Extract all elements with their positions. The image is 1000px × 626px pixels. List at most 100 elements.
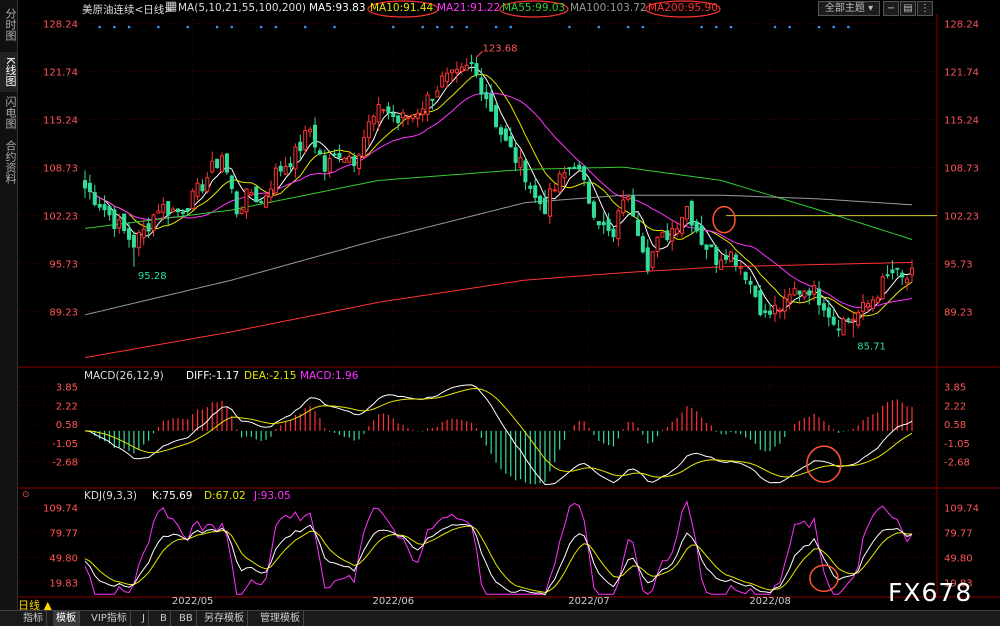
kdj-params: KDJ(9,3,3) bbox=[84, 490, 137, 502]
ma55-value: MA55:99.03 bbox=[502, 2, 566, 14]
macd-dea-line bbox=[84, 387, 913, 478]
ma5-value: MA5:93.83 bbox=[309, 2, 366, 14]
legend-square-icon[interactable]: ▦ bbox=[165, 0, 177, 14]
event-marker-dot bbox=[303, 25, 307, 29]
event-marker-dot bbox=[568, 25, 571, 29]
kdj-k-value: K:75.69 bbox=[152, 490, 193, 502]
event-marker-dot bbox=[597, 25, 601, 29]
bottom-tab-vip-indicator[interactable]: VIP指标 bbox=[88, 611, 131, 626]
event-marker-dot bbox=[230, 25, 234, 29]
price-tick-label-left: 121.74 bbox=[43, 68, 78, 79]
candle-body bbox=[587, 181, 592, 204]
candle-body bbox=[821, 303, 826, 311]
price-tick-label-left: 128.24 bbox=[43, 20, 78, 31]
date-tick-label: 2022/08 bbox=[749, 596, 791, 607]
candle-body bbox=[831, 316, 836, 325]
event-marker-dot bbox=[641, 25, 645, 29]
candle-body bbox=[533, 185, 538, 198]
event-marker-dot bbox=[186, 25, 190, 29]
price-tick-label-left: 115.24 bbox=[43, 116, 78, 127]
theme-dropdown[interactable]: 全部主题 ▾ bbox=[818, 1, 880, 16]
bottom-tab-template[interactable]: 模板 bbox=[53, 611, 80, 626]
event-marker-dot bbox=[333, 25, 336, 29]
candle-body bbox=[880, 276, 885, 300]
candle-body bbox=[440, 75, 445, 88]
price-tick-label-right: 89.23 bbox=[944, 308, 973, 319]
event-marker-dot bbox=[421, 25, 424, 29]
candle-body bbox=[337, 153, 342, 158]
bottom-tab-b[interactable]: B bbox=[157, 611, 171, 626]
candle-body bbox=[87, 182, 92, 193]
candle-body bbox=[249, 191, 254, 196]
candle-body bbox=[523, 160, 528, 183]
event-marker-dot bbox=[729, 25, 733, 29]
candle-body bbox=[542, 197, 548, 215]
event-marker-dot bbox=[788, 25, 791, 29]
layout-toggle-button[interactable]: ▤ bbox=[900, 1, 916, 16]
zoom-out-button[interactable]: − bbox=[883, 1, 899, 16]
candle-body bbox=[342, 157, 347, 163]
candle-body bbox=[166, 201, 171, 216]
bottom-tab-manage-template[interactable]: 管理模板 bbox=[257, 611, 304, 626]
date-tick-label: 2022/06 bbox=[373, 596, 415, 607]
candle-body bbox=[327, 158, 332, 173]
candle-body bbox=[317, 150, 322, 155]
bottom-tab-indicator[interactable]: 指标 bbox=[20, 611, 47, 626]
candle-body bbox=[890, 269, 895, 274]
event-marker-dot bbox=[113, 25, 116, 29]
candle-body bbox=[591, 201, 596, 218]
options-button[interactable]: ⋮ bbox=[917, 1, 933, 16]
candle-body bbox=[694, 221, 699, 232]
candle-body bbox=[381, 109, 386, 112]
price-tick-label-right: 115.24 bbox=[944, 116, 979, 127]
kdj-k-line bbox=[84, 523, 913, 596]
macd-tick-label-right: -1.05 bbox=[944, 439, 970, 450]
candle-body bbox=[215, 158, 220, 168]
candle-body bbox=[259, 201, 264, 204]
candle-body bbox=[454, 69, 459, 74]
bottom-tab-bar: 指标 模板 VIP指标 J B BB 另存模板 管理模板 bbox=[0, 610, 1000, 626]
low-label: 85.71 bbox=[857, 342, 886, 353]
candle-body bbox=[357, 154, 362, 169]
bottom-tab-j[interactable]: J bbox=[139, 611, 149, 626]
kdj-tick-label-right: 79.77 bbox=[944, 529, 973, 540]
candle-body bbox=[332, 153, 337, 156]
event-marker-dot bbox=[391, 25, 395, 29]
candle-body bbox=[777, 310, 782, 313]
candle-body bbox=[660, 231, 665, 238]
candle-body bbox=[288, 163, 293, 168]
event-marker-dot bbox=[626, 25, 630, 29]
candle-body bbox=[577, 164, 582, 170]
candle-body bbox=[621, 199, 626, 214]
candle-body bbox=[171, 208, 176, 213]
candle-body bbox=[210, 160, 215, 173]
chart-canvas[interactable]: 128.24 128.24 121.74 121.74 115.24 115.24 108.… bbox=[0, 0, 1000, 610]
bottom-tab-bb[interactable]: BB bbox=[176, 611, 197, 626]
event-marker-dot bbox=[509, 25, 513, 29]
candle-body bbox=[518, 157, 523, 168]
macd-tick-label-left: 0.58 bbox=[56, 420, 78, 431]
candle-body bbox=[826, 307, 831, 318]
candle-body bbox=[361, 137, 366, 157]
candle-body bbox=[689, 200, 694, 226]
candle-body bbox=[616, 210, 621, 240]
candle-body bbox=[758, 290, 763, 316]
candle-body bbox=[239, 209, 244, 215]
candle-body bbox=[146, 223, 151, 232]
candle-body bbox=[273, 167, 278, 194]
candle-body bbox=[190, 190, 195, 209]
price-tick-label-left: 102.23 bbox=[43, 212, 78, 223]
candle-body bbox=[748, 280, 753, 285]
candle-body bbox=[435, 90, 440, 98]
price-tick-label-right: 108.73 bbox=[944, 164, 979, 175]
price-tick-label-left: 108.73 bbox=[43, 164, 78, 175]
candle-body bbox=[82, 180, 88, 189]
price-tick-label-right: 95.73 bbox=[944, 260, 973, 271]
candle-body bbox=[449, 69, 455, 74]
event-marker-dot bbox=[436, 25, 439, 29]
event-marker-dot bbox=[465, 25, 468, 29]
candle-body bbox=[464, 64, 469, 71]
candle-body bbox=[122, 213, 127, 232]
macd-tick-label-right: 0.58 bbox=[944, 420, 966, 431]
bottom-tab-save-template[interactable]: 另存模板 bbox=[201, 611, 248, 626]
